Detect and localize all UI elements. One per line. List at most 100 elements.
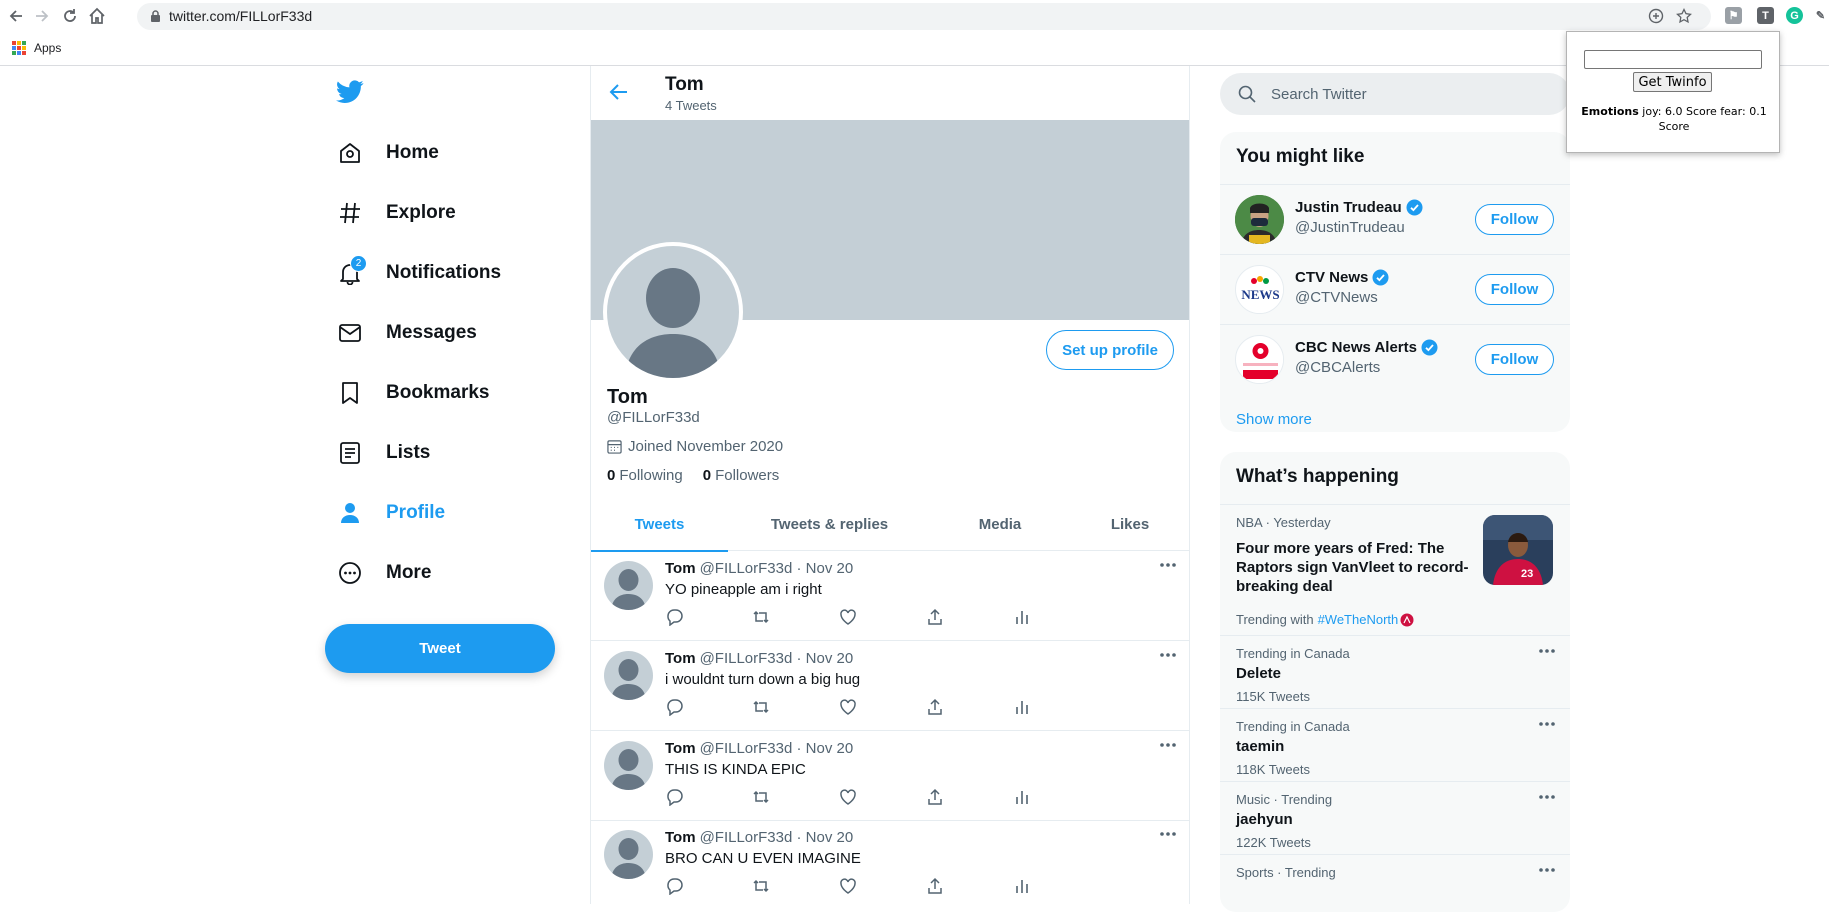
news-item[interactable]: NBA · Yesterday Four more years of Fred:…	[1220, 504, 1570, 635]
retweet-icon[interactable]	[752, 608, 770, 626]
extension-icon[interactable]: ⚑	[1725, 7, 1742, 24]
more-options-icon[interactable]	[1538, 794, 1556, 800]
tweet-author: Tom	[665, 650, 696, 667]
followers-count: 0	[702, 467, 712, 484]
more-options-icon[interactable]	[1538, 721, 1556, 727]
back-arrow-icon[interactable]	[5, 5, 27, 27]
account-handle: @CBCAlerts	[1295, 359, 1381, 376]
share-icon[interactable]	[926, 698, 944, 716]
verified-badge-icon	[1406, 199, 1423, 216]
show-more-link[interactable]: Show more	[1236, 411, 1312, 428]
hashtag-link[interactable]: #WeTheNorth	[1318, 612, 1399, 627]
share-icon[interactable]	[926, 608, 944, 626]
more-options-icon[interactable]	[1159, 652, 1177, 658]
address-bar[interactable]: twitter.com/FILLorF33d	[137, 3, 1711, 30]
reload-icon[interactable]	[59, 5, 81, 27]
profile-avatar[interactable]	[603, 242, 743, 382]
retweet-icon[interactable]	[752, 698, 770, 716]
set-up-profile-button[interactable]: Set up profile	[1046, 330, 1174, 370]
like-icon[interactable]	[839, 698, 857, 716]
trend-count: 118K Tweets	[1236, 762, 1310, 777]
tab-tweets[interactable]: Tweets	[591, 498, 728, 552]
back-arrow-icon[interactable]	[607, 80, 631, 104]
more-options-icon[interactable]	[1159, 562, 1177, 568]
svg-text:NEWS: NEWS	[1241, 287, 1279, 302]
retweet-icon[interactable]	[752, 788, 770, 806]
more-options-icon[interactable]	[1159, 742, 1177, 748]
more-options-icon[interactable]	[1538, 867, 1556, 873]
follow-stats: 0 Following 0 Followers	[607, 467, 799, 484]
grammarly-icon[interactable]: G	[1786, 7, 1803, 24]
nav-item-notifications[interactable]: 2 Notifications	[336, 253, 501, 293]
add-circle-icon[interactable]	[1648, 8, 1664, 24]
tweet-item[interactable]: Tom @FILLorF33d · Nov 20 THIS IS KINDA EPI…	[591, 731, 1189, 821]
get-twinfo-button[interactable]: Get Twinfo	[1633, 72, 1712, 92]
tweet-button[interactable]: Tweet	[325, 624, 555, 673]
reply-icon[interactable]	[665, 698, 683, 716]
svg-text:23: 23	[1521, 568, 1533, 580]
share-icon[interactable]	[926, 877, 944, 895]
apps-link[interactable]: Apps	[34, 41, 61, 55]
trend-context: Trending in Canada	[1236, 646, 1350, 661]
tweet-item[interactable]: Tom @FILLorF33d · Nov 20 i wouldnt turn do…	[591, 641, 1189, 731]
panel-title: What’s happening	[1236, 466, 1399, 487]
star-icon[interactable]	[1676, 8, 1692, 24]
puzzle-icon[interactable]: ✎	[1812, 7, 1829, 24]
tab-tweets-replies[interactable]: Tweets & replies	[728, 498, 931, 551]
twinfo-extension-icon[interactable]: T	[1757, 7, 1774, 24]
like-icon[interactable]	[839, 608, 857, 626]
tweet-text: YO pineapple am i right	[665, 581, 822, 598]
nav-item-explore[interactable]: Explore	[336, 193, 456, 233]
nav-item-messages[interactable]: Messages	[336, 313, 477, 353]
twinfo-input[interactable]	[1584, 50, 1762, 69]
tweet-item[interactable]: Tom @FILLorF33d · Nov 20 YO pineapple am i…	[591, 551, 1189, 641]
more-options-icon[interactable]	[1538, 648, 1556, 654]
nav-item-profile[interactable]: Profile	[336, 493, 445, 533]
twitter-logo-icon[interactable]	[336, 80, 364, 104]
tweet-item[interactable]: Tom @FILLorF33d · Nov 20 BRO CAN U EVEN IM…	[591, 820, 1189, 904]
home-page-icon[interactable]	[86, 5, 108, 27]
analytics-icon[interactable]	[1013, 788, 1031, 806]
suggested-account[interactable]: CBC News Alerts @CBCAlerts Follow	[1220, 324, 1570, 394]
nav-item-bookmarks[interactable]: Bookmarks	[336, 373, 490, 413]
nav-item-lists[interactable]: Lists	[336, 433, 430, 473]
follow-button[interactable]: Follow	[1475, 204, 1554, 235]
search-input[interactable]: Search Twitter	[1220, 73, 1570, 115]
trend-item[interactable]: Trending in Canada taemin 118K Tweets	[1220, 708, 1570, 781]
follow-button[interactable]: Follow	[1475, 274, 1554, 305]
like-icon[interactable]	[839, 877, 857, 895]
trend-item[interactable]: Sports · Trending	[1220, 854, 1570, 912]
follow-button[interactable]: Follow	[1475, 344, 1554, 375]
who-to-follow-panel: You might like Justin Trudeau @JustinTru…	[1220, 132, 1570, 432]
nav-item-more[interactable]: More	[336, 553, 431, 593]
nav-item-home[interactable]: Home	[336, 133, 439, 173]
share-icon[interactable]	[926, 788, 944, 806]
reply-icon[interactable]	[665, 608, 683, 626]
like-icon[interactable]	[839, 788, 857, 806]
more-options-icon[interactable]	[1159, 831, 1177, 837]
following-label: Following	[619, 467, 683, 484]
analytics-icon[interactable]	[1013, 877, 1031, 895]
trend-item[interactable]: Trending in Canada Delete 115K Tweets	[1220, 635, 1570, 708]
trend-context: Music · Trending	[1236, 792, 1333, 807]
retweet-icon[interactable]	[752, 877, 770, 895]
followers-label: Followers	[715, 467, 780, 484]
followers-link[interactable]: 0 Followers	[703, 467, 780, 484]
forward-arrow-icon[interactable]	[31, 5, 53, 27]
suggested-account[interactable]: Justin Trudeau @JustinTrudeau Follow	[1220, 184, 1570, 254]
avatar[interactable]	[604, 651, 653, 700]
apps-grid-icon[interactable]	[12, 41, 26, 55]
avatar[interactable]	[604, 830, 653, 879]
following-link[interactable]: 0 Following	[607, 467, 683, 484]
tab-likes[interactable]: Likes	[1069, 498, 1189, 551]
news-title: Four more years of Fred: The Raptors sig…	[1236, 540, 1469, 595]
tab-media[interactable]: Media	[931, 498, 1069, 551]
reply-icon[interactable]	[665, 788, 683, 806]
avatar[interactable]	[604, 561, 653, 610]
analytics-icon[interactable]	[1013, 608, 1031, 626]
reply-icon[interactable]	[665, 877, 683, 895]
analytics-icon[interactable]	[1013, 698, 1031, 716]
avatar[interactable]	[604, 741, 653, 790]
trend-item[interactable]: Music · Trending jaehyun 122K Tweets	[1220, 781, 1570, 854]
suggested-account[interactable]: NEWS CTV News @CTVNews Follow	[1220, 254, 1570, 324]
